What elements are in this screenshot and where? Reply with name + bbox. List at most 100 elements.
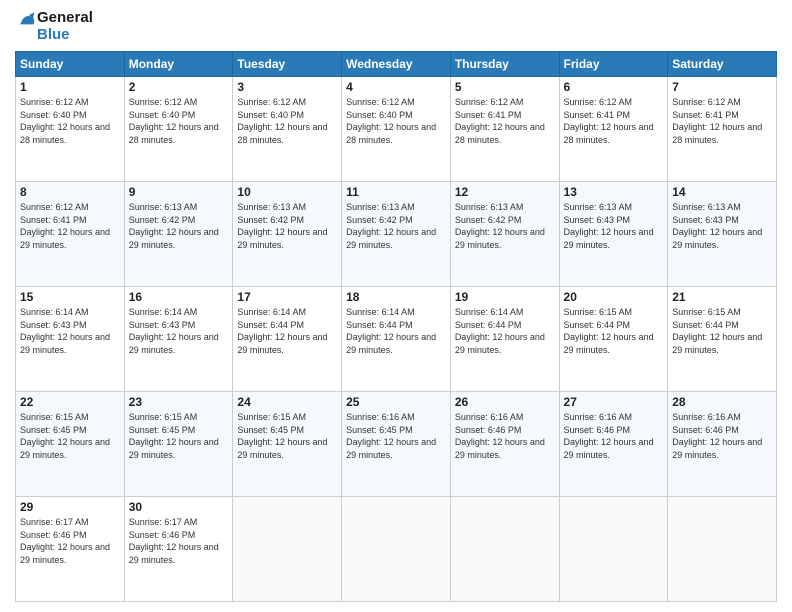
day-info: Sunrise: 6:16 AMSunset: 6:46 PMDaylight:… — [672, 411, 772, 461]
day-info: Sunrise: 6:13 AMSunset: 6:43 PMDaylight:… — [672, 201, 772, 251]
day-info: Sunrise: 6:17 AMSunset: 6:46 PMDaylight:… — [129, 516, 229, 566]
day-info: Sunrise: 6:13 AMSunset: 6:42 PMDaylight:… — [129, 201, 229, 251]
logo-text-line1: General — [37, 10, 93, 27]
calendar-day-cell: 10 Sunrise: 6:13 AMSunset: 6:42 PMDayligh… — [233, 182, 342, 287]
calendar-day-cell: 26 Sunrise: 6:16 AMSunset: 6:46 PMDayligh… — [450, 392, 559, 497]
calendar-day-cell: 12 Sunrise: 6:13 AMSunset: 6:42 PMDayligh… — [450, 182, 559, 287]
calendar-header-cell: Wednesday — [342, 52, 451, 77]
calendar-week-row: 22Sunrise: 6:15 AMSunset: 6:45 PMDayligh… — [16, 392, 777, 497]
day-info: Sunrise: 6:14 AMSunset: 6:43 PMDaylight:… — [129, 306, 229, 356]
day-number: 14 — [672, 185, 772, 199]
page-header: General Blue — [15, 10, 777, 43]
calendar-header-cell: Friday — [559, 52, 668, 77]
calendar-day-cell: 13 Sunrise: 6:13 AMSunset: 6:43 PMDayligh… — [559, 182, 668, 287]
calendar-day-cell — [233, 497, 342, 602]
calendar-day-cell: 21 Sunrise: 6:15 AMSunset: 6:44 PMDayligh… — [668, 287, 777, 392]
day-number: 21 — [672, 290, 772, 304]
calendar-day-cell: 30 Sunrise: 6:17 AMSunset: 6:46 PMDayligh… — [124, 497, 233, 602]
calendar-header-cell: Saturday — [668, 52, 777, 77]
day-info: Sunrise: 6:15 AMSunset: 6:44 PMDaylight:… — [672, 306, 772, 356]
calendar-day-cell — [450, 497, 559, 602]
day-number: 17 — [237, 290, 337, 304]
day-number: 11 — [346, 185, 446, 199]
day-number: 5 — [455, 80, 555, 94]
day-number: 12 — [455, 185, 555, 199]
day-number: 18 — [346, 290, 446, 304]
calendar-day-cell: 1 Sunrise: 6:12 AMSunset: 6:40 PMDaylight… — [16, 77, 125, 182]
calendar-day-cell: 29 Sunrise: 6:17 AMSunset: 6:46 PMDayligh… — [16, 497, 125, 602]
calendar-day-cell: 5Sunrise: 6:12 AMSunset: 6:41 PMDaylight… — [450, 77, 559, 182]
calendar-day-cell: 3Sunrise: 6:12 AMSunset: 6:40 PMDaylight… — [233, 77, 342, 182]
day-number: 7 — [672, 80, 772, 94]
calendar-header-row: SundayMondayTuesdayWednesdayThursdayFrid… — [16, 52, 777, 77]
day-number: 16 — [129, 290, 229, 304]
calendar-day-cell: 19 Sunrise: 6:14 AMSunset: 6:44 PMDayligh… — [450, 287, 559, 392]
day-info: Sunrise: 6:12 AMSunset: 6:41 PMDaylight:… — [672, 96, 772, 146]
day-number: 23 — [129, 395, 229, 409]
calendar-day-cell: 4 Sunrise: 6:12 AMSunset: 6:40 PMDaylight… — [342, 77, 451, 182]
calendar-day-cell: 14 Sunrise: 6:13 AMSunset: 6:43 PMDayligh… — [668, 182, 777, 287]
day-info: Sunrise: 6:13 AMSunset: 6:42 PMDaylight:… — [237, 201, 337, 251]
day-info: Sunrise: 6:12 AMSunset: 6:40 PMDaylight:… — [129, 96, 229, 146]
day-info: Sunrise: 6:17 AMSunset: 6:46 PMDaylight:… — [20, 516, 120, 566]
calendar-table: SundayMondayTuesdayWednesdayThursdayFrid… — [15, 51, 777, 602]
day-number: 13 — [564, 185, 664, 199]
day-info: Sunrise: 6:15 AMSunset: 6:44 PMDaylight:… — [564, 306, 664, 356]
day-number: 3 — [237, 80, 337, 94]
day-number: 6 — [564, 80, 664, 94]
calendar-day-cell: 17Sunrise: 6:14 AMSunset: 6:44 PMDayligh… — [233, 287, 342, 392]
day-info: Sunrise: 6:12 AMSunset: 6:40 PMDaylight:… — [20, 96, 120, 146]
day-number: 20 — [564, 290, 664, 304]
logo: General Blue — [15, 10, 93, 43]
day-number: 29 — [20, 500, 120, 514]
calendar-day-cell: 15 Sunrise: 6:14 AMSunset: 6:43 PMDayligh… — [16, 287, 125, 392]
calendar-week-row: 1 Sunrise: 6:12 AMSunset: 6:40 PMDaylight… — [16, 77, 777, 182]
calendar-body: 1 Sunrise: 6:12 AMSunset: 6:40 PMDaylight… — [16, 77, 777, 602]
day-number: 1 — [20, 80, 120, 94]
calendar-day-cell: 7 Sunrise: 6:12 AMSunset: 6:41 PMDaylight… — [668, 77, 777, 182]
calendar-day-cell: 9 Sunrise: 6:13 AMSunset: 6:42 PMDaylight… — [124, 182, 233, 287]
day-number: 15 — [20, 290, 120, 304]
day-number: 26 — [455, 395, 555, 409]
calendar-day-cell: 25Sunrise: 6:16 AMSunset: 6:45 PMDayligh… — [342, 392, 451, 497]
day-info: Sunrise: 6:16 AMSunset: 6:46 PMDaylight:… — [455, 411, 555, 461]
calendar-week-row: 8Sunrise: 6:12 AMSunset: 6:41 PMDaylight… — [16, 182, 777, 287]
day-info: Sunrise: 6:16 AMSunset: 6:46 PMDaylight:… — [564, 411, 664, 461]
calendar-day-cell: 23Sunrise: 6:15 AMSunset: 6:45 PMDayligh… — [124, 392, 233, 497]
calendar-day-cell: 11 Sunrise: 6:13 AMSunset: 6:42 PMDayligh… — [342, 182, 451, 287]
calendar-header-cell: Tuesday — [233, 52, 342, 77]
day-info: Sunrise: 6:13 AMSunset: 6:42 PMDaylight:… — [346, 201, 446, 251]
calendar-header-cell: Sunday — [16, 52, 125, 77]
day-info: Sunrise: 6:13 AMSunset: 6:43 PMDaylight:… — [564, 201, 664, 251]
day-number: 4 — [346, 80, 446, 94]
calendar-day-cell: 2Sunrise: 6:12 AMSunset: 6:40 PMDaylight… — [124, 77, 233, 182]
calendar-day-cell: 24Sunrise: 6:15 AMSunset: 6:45 PMDayligh… — [233, 392, 342, 497]
day-number: 24 — [237, 395, 337, 409]
day-number: 9 — [129, 185, 229, 199]
calendar-day-cell: 16 Sunrise: 6:14 AMSunset: 6:43 PMDayligh… — [124, 287, 233, 392]
calendar-week-row: 29 Sunrise: 6:17 AMSunset: 6:46 PMDayligh… — [16, 497, 777, 602]
calendar-day-cell — [668, 497, 777, 602]
calendar-day-cell: 8Sunrise: 6:12 AMSunset: 6:41 PMDaylight… — [16, 182, 125, 287]
calendar-header-cell: Thursday — [450, 52, 559, 77]
logo-text-line2: Blue — [37, 27, 93, 44]
day-number: 25 — [346, 395, 446, 409]
day-info: Sunrise: 6:12 AMSunset: 6:40 PMDaylight:… — [346, 96, 446, 146]
day-number: 22 — [20, 395, 120, 409]
calendar-page: General Blue SundayMondayTuesdayWednesda… — [0, 0, 792, 612]
day-number: 10 — [237, 185, 337, 199]
day-info: Sunrise: 6:14 AMSunset: 6:44 PMDaylight:… — [455, 306, 555, 356]
calendar-day-cell: 27 Sunrise: 6:16 AMSunset: 6:46 PMDayligh… — [559, 392, 668, 497]
day-info: Sunrise: 6:14 AMSunset: 6:43 PMDaylight:… — [20, 306, 120, 356]
day-number: 19 — [455, 290, 555, 304]
calendar-day-cell: 18Sunrise: 6:14 AMSunset: 6:44 PMDayligh… — [342, 287, 451, 392]
calendar-day-cell: 28 Sunrise: 6:16 AMSunset: 6:46 PMDayligh… — [668, 392, 777, 497]
day-info: Sunrise: 6:12 AMSunset: 6:41 PMDaylight:… — [20, 201, 120, 251]
calendar-day-cell: 20 Sunrise: 6:15 AMSunset: 6:44 PMDayligh… — [559, 287, 668, 392]
day-number: 27 — [564, 395, 664, 409]
day-info: Sunrise: 6:13 AMSunset: 6:42 PMDaylight:… — [455, 201, 555, 251]
day-number: 30 — [129, 500, 229, 514]
day-info: Sunrise: 6:12 AMSunset: 6:41 PMDaylight:… — [564, 96, 664, 146]
day-number: 28 — [672, 395, 772, 409]
calendar-day-cell — [559, 497, 668, 602]
